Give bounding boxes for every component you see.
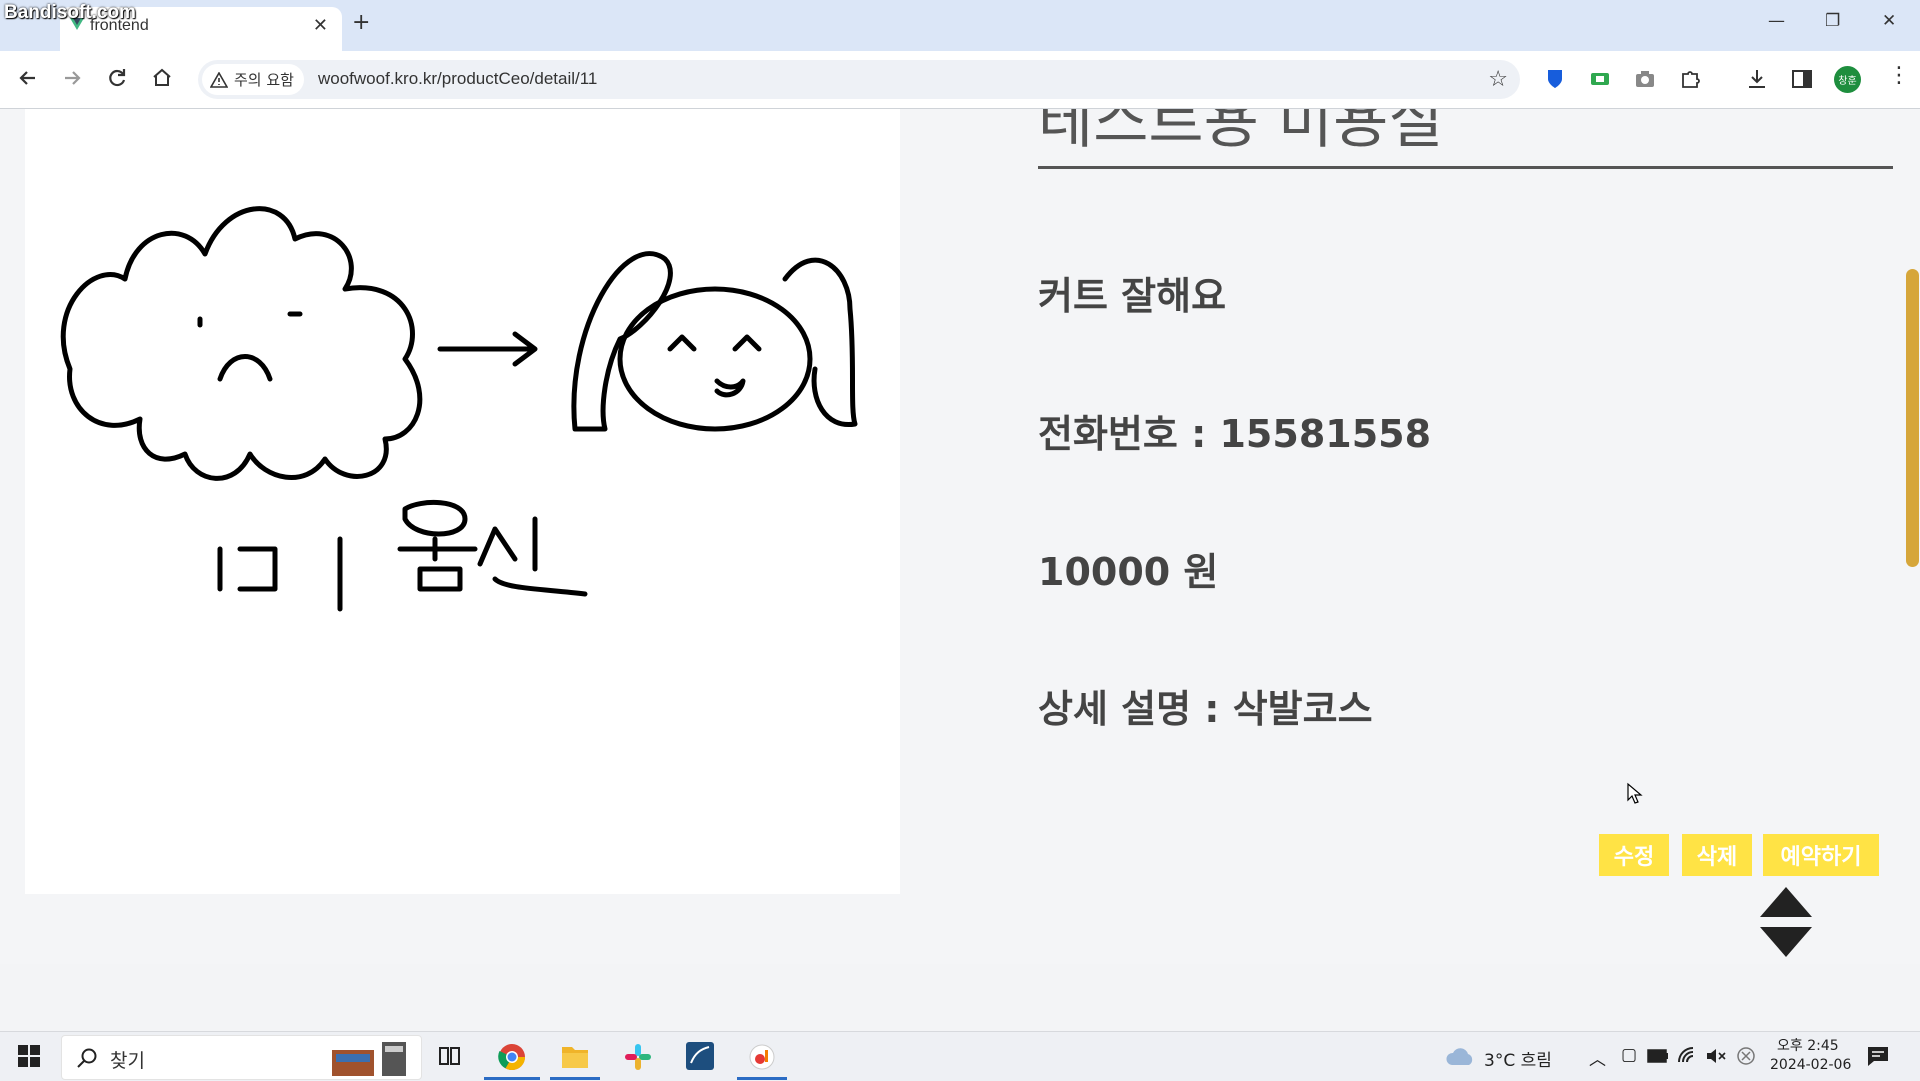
security-label: 주의 요함	[234, 71, 294, 89]
task-view-icon[interactable]	[438, 1045, 462, 1067]
close-window-button[interactable]: ✕	[1882, 11, 1896, 31]
notification-center-icon[interactable]	[1866, 1045, 1890, 1067]
home-icon[interactable]	[149, 65, 175, 91]
taskbar-search[interactable]: 찾기	[61, 1035, 422, 1080]
chrome-taskbar-icon[interactable]	[497, 1042, 527, 1072]
download-icon[interactable]	[1744, 66, 1770, 92]
mysql-workbench-icon[interactable]	[685, 1041, 715, 1071]
bandicam-icon[interactable]	[747, 1042, 777, 1072]
page-content: 테스트용 미용실 커트 잘해요 전화번호 : 15581558 10000 원 …	[0, 109, 1920, 964]
profile-avatar[interactable]: 창훈	[1834, 66, 1861, 93]
ime-status-icon[interactable]	[1736, 1046, 1756, 1066]
mouse-cursor-icon	[1627, 782, 1643, 804]
hand-drawn-grooming-illustration	[60, 206, 858, 612]
page-title: 테스트용 미용실	[1038, 109, 1893, 169]
product-image	[25, 109, 900, 894]
scrollbar-thumb[interactable]	[1906, 269, 1919, 567]
menu-kebab-icon[interactable]: ⋮	[1888, 63, 1910, 88]
delete-button[interactable]: 삭제	[1682, 834, 1752, 876]
battery-icon[interactable]	[1647, 1049, 1669, 1063]
reload-icon[interactable]	[104, 65, 130, 91]
reserve-button[interactable]: 예약하기	[1763, 834, 1879, 876]
tray-overflow-chevron-icon[interactable]: ︿	[1589, 1045, 1606, 1070]
restore-button[interactable]: ❐	[1825, 11, 1840, 31]
extensions-puzzle-icon[interactable]	[1677, 66, 1703, 92]
warning-icon	[210, 71, 228, 88]
extension-green-icon[interactable]	[1587, 66, 1613, 92]
minimize-button[interactable]: —	[1768, 11, 1785, 31]
bookmark-star-icon[interactable]: ☆	[1488, 67, 1508, 92]
search-icon	[77, 1048, 97, 1068]
speaker-muted-icon[interactable]	[1705, 1046, 1727, 1066]
tab-strip: Bandisoft.com frontend ✕ + — ❐ ✕	[0, 0, 1920, 51]
scroll-top-bottom-icon[interactable]	[1758, 887, 1814, 957]
weather-text[interactable]: 3°C 흐림	[1484, 1046, 1552, 1071]
product-headline: 커트 잘해요	[1038, 274, 1227, 318]
new-tab-button[interactable]: +	[352, 10, 370, 35]
product-price: 10000 원	[1038, 550, 1219, 594]
product-phone: 전화번호 : 15581558	[1038, 412, 1432, 456]
page-scrollbar[interactable]	[1905, 109, 1920, 964]
windows-start-icon[interactable]	[18, 1045, 40, 1067]
search-placeholder: 찾기	[110, 1050, 145, 1072]
forward-icon[interactable]	[59, 65, 85, 91]
cloud-weather-icon[interactable]	[1444, 1045, 1476, 1067]
tab-close-icon[interactable]: ✕	[313, 15, 328, 36]
recorder-watermark: Bandisoft.com	[4, 2, 136, 23]
security-warning-chip[interactable]: 주의 요함	[202, 64, 304, 95]
edit-button[interactable]: 수정	[1599, 834, 1669, 876]
wifi-icon[interactable]	[1677, 1046, 1699, 1066]
product-description: 상세 설명 : 삭발코스	[1038, 687, 1373, 731]
bitwarden-icon[interactable]	[1542, 66, 1568, 92]
camera-icon[interactable]	[1632, 66, 1658, 92]
clock-date[interactable]: 2024-02-06	[1770, 1057, 1851, 1073]
meet-now-icon[interactable]: ▢	[1621, 1045, 1637, 1065]
address-bar[interactable]: 주의 요함 woofwoof.kro.kr/productCeo/detail/…	[198, 60, 1520, 99]
url-text[interactable]: woofwoof.kro.kr/productCeo/detail/11	[318, 69, 597, 89]
windows-taskbar: 찾기 3°C 흐림 ︿ ▢ 오후 2:45 2024-02-06	[0, 1031, 1920, 1081]
slack-icon[interactable]	[623, 1042, 653, 1072]
search-highlight-icon	[332, 1042, 406, 1076]
side-panel-icon[interactable]	[1789, 66, 1815, 92]
back-icon[interactable]	[15, 65, 41, 91]
file-explorer-icon[interactable]	[560, 1042, 590, 1070]
browser-toolbar: 주의 요함 woofwoof.kro.kr/productCeo/detail/…	[0, 51, 1920, 109]
clock-time[interactable]: 오후 2:45	[1777, 1035, 1839, 1055]
